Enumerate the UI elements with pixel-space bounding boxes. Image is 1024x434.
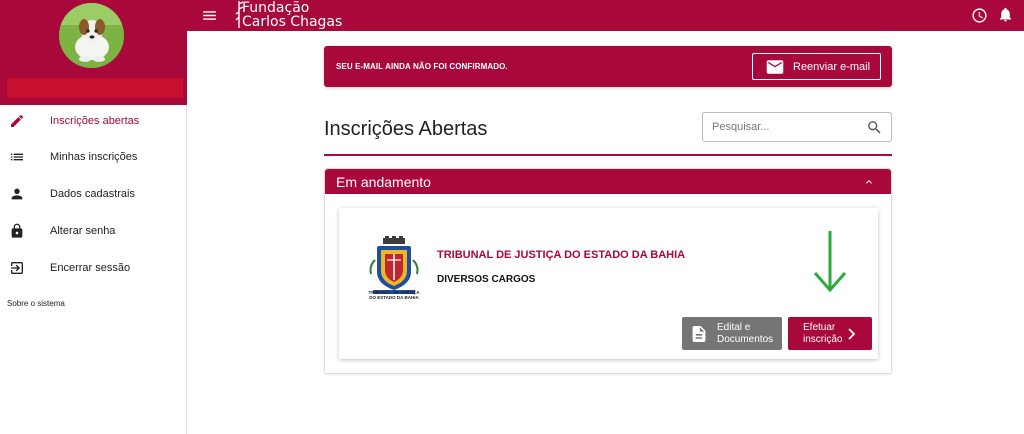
organization-name: TRIBUNAL DE JUSTIÇA DO ESTADO DA BAHIA xyxy=(437,249,686,261)
sidebar-item-label: Minhas inscrições xyxy=(50,151,138,163)
edital-documents-button[interactable]: Edital e Documentos xyxy=(682,317,782,350)
resend-email-label: Reenviar e-mail xyxy=(793,61,871,73)
logo-text-line1: Fundação xyxy=(242,0,310,16)
resend-email-button[interactable]: Reenviar e-mail xyxy=(752,53,881,80)
button-label: Documentos xyxy=(717,334,774,345)
lock-icon xyxy=(8,222,26,240)
panel-title: Em andamento xyxy=(336,174,431,190)
alert-message: SEU E-MAIL AINDA NÃO FOI CONFIRMADO. xyxy=(336,62,508,71)
menu-icon[interactable] xyxy=(201,7,218,24)
chevron-up-icon[interactable] xyxy=(863,176,875,188)
crest-caption: DO ESTADO DA BAHIA xyxy=(369,295,419,300)
sidebar-item-inscricoes-abertas[interactable]: Inscrições abertas xyxy=(0,106,187,136)
arrow-down-icon xyxy=(813,231,847,293)
email-unconfirmed-alert: SEU E-MAIL AINDA NÃO FOI CONFIRMADO. Ree… xyxy=(324,46,892,87)
bell-icon[interactable] xyxy=(997,6,1014,23)
search-input[interactable] xyxy=(712,119,862,135)
chevron-right-icon xyxy=(848,328,856,340)
sidebar-item-dados-cadastrais[interactable]: Dados cadastrais xyxy=(0,179,187,209)
sidebar-item-minhas-inscricoes[interactable]: Minhas inscrições xyxy=(0,142,187,172)
logout-icon xyxy=(8,259,26,277)
enroll-button[interactable]: Efetuar inscrição xyxy=(788,317,872,350)
top-bar: Fundação Carlos Chagas xyxy=(187,0,1024,31)
title-divider xyxy=(324,154,892,156)
clock-icon[interactable] xyxy=(971,7,988,24)
document-icon xyxy=(692,326,706,342)
list-icon xyxy=(8,148,26,166)
sidebar-item-label: Dados cadastrais xyxy=(50,188,135,200)
search-box xyxy=(702,112,892,142)
person-icon xyxy=(8,185,26,203)
sidebar-header xyxy=(0,0,187,105)
button-label: inscrição xyxy=(803,334,843,345)
pencil-icon xyxy=(8,112,26,130)
sidebar-item-alterar-senha[interactable]: Alterar senha xyxy=(0,216,187,246)
search-icon[interactable] xyxy=(866,119,883,136)
avatar[interactable] xyxy=(59,3,124,68)
in-progress-panel: Em andamento TRIBUNAL DE JUSTIÇA DO ESTA… xyxy=(324,168,892,374)
button-label: Edital e xyxy=(717,322,751,333)
logo[interactable]: Fundação Carlos Chagas xyxy=(233,0,353,31)
contest-card: TRIBUNAL DE JUSTIÇA DO ESTADO DA BAHIA T… xyxy=(339,208,878,359)
sidebar: Inscrições abertas Minhas inscrições Dad… xyxy=(0,0,187,434)
logo-text-line2: Carlos Chagas xyxy=(242,14,343,30)
app-root: Inscrições abertas Minhas inscrições Dad… xyxy=(0,0,1024,434)
button-label: Efetuar xyxy=(803,322,836,333)
page-title: Inscrições Abertas xyxy=(324,118,488,140)
roles-label: DIVERSOS CARGOS xyxy=(437,274,536,285)
username-bar xyxy=(7,78,183,98)
panel-header[interactable]: Em andamento xyxy=(325,169,891,194)
sidebar-item-encerrar-sessao[interactable]: Encerrar sessão xyxy=(0,253,187,283)
sidebar-item-label: Alterar senha xyxy=(50,225,116,237)
envelope-icon xyxy=(766,60,784,74)
sidebar-item-label: Inscrições abertas xyxy=(50,115,140,127)
about-link[interactable]: Sobre o sistema xyxy=(7,299,65,308)
sidebar-item-label: Encerrar sessão xyxy=(50,262,131,274)
